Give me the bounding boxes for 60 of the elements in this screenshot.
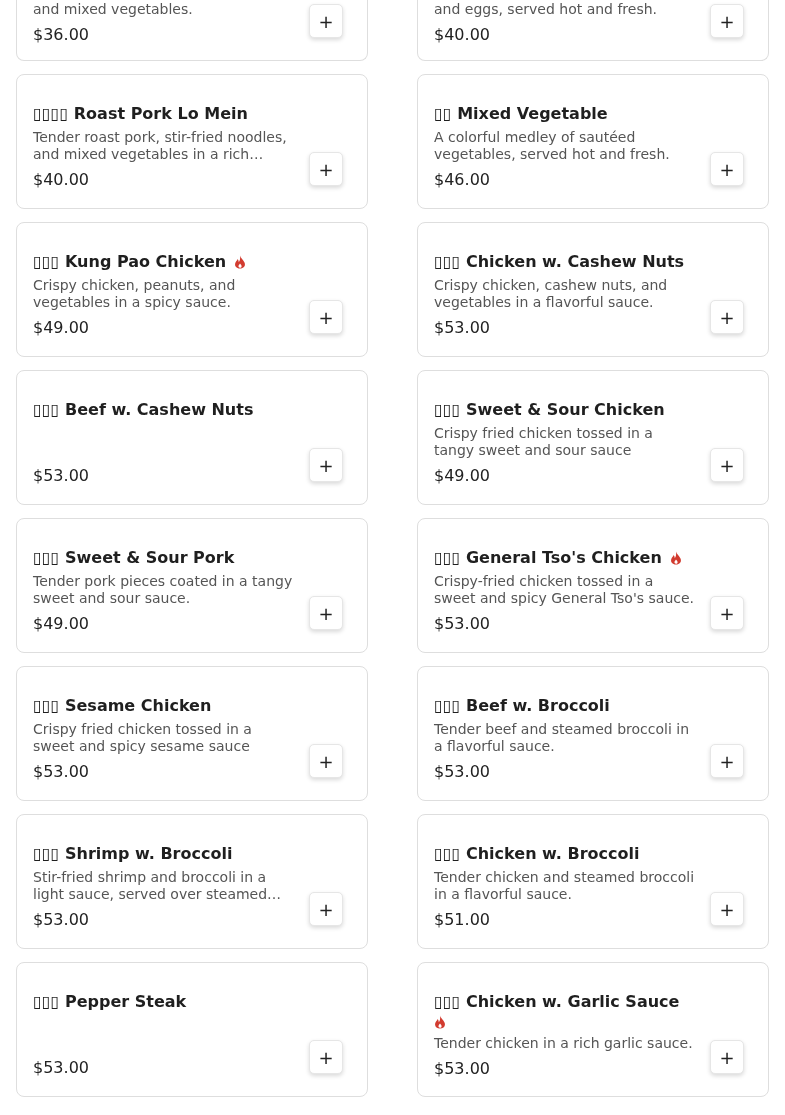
item-description: Crispy-fried chicken tossed in a sweet and spicy General Tso's sauce. xyxy=(434,573,696,607)
item-price: $53.00 xyxy=(33,762,90,781)
add-button[interactable]: + xyxy=(309,596,343,630)
add-button[interactable]: + xyxy=(309,1040,343,1074)
add-button[interactable]: + xyxy=(309,448,343,482)
item-description: Stir-fried shrimp and broccoli in a light sauce, served over steamed… xyxy=(33,869,283,903)
item-name: ▯▯▯ General Tso's Chicken xyxy=(434,548,662,567)
item-description: and eggs, served hot and fresh. xyxy=(434,1,659,18)
add-button[interactable]: + xyxy=(710,744,744,778)
item-price: $53.00 xyxy=(434,1059,491,1078)
add-button[interactable]: + xyxy=(309,152,343,186)
item-price: $49.00 xyxy=(33,318,90,337)
item-description: Crispy chicken, peanuts, and vegetables in a spicy sauce. xyxy=(33,277,237,311)
item-price: $53.00 xyxy=(434,762,491,781)
item-price: $51.00 xyxy=(434,910,491,929)
add-button[interactable]: + xyxy=(309,892,343,926)
item-name: ▯▯▯ Beef w. Cashew Nuts xyxy=(33,400,254,419)
item-description: Crispy fried chicken tossed in a sweet and spicy sesame sauce xyxy=(33,721,253,755)
item-name: ▯▯▯ Pepper Steak xyxy=(33,992,187,1011)
item-name: ▯▯▯ Shrimp w. Broccoli xyxy=(33,844,233,863)
item-name: ▯▯▯ Kung Pao Chicken xyxy=(33,252,227,271)
item-name: ▯▯▯ Sweet & Sour Pork xyxy=(33,548,235,567)
item-price: $53.00 xyxy=(434,614,491,633)
item-price: $46.00 xyxy=(434,170,491,189)
item-price: $53.00 xyxy=(33,1058,90,1077)
item-description: Tender pork pieces coated in a tangy sweet and sour sauce. xyxy=(33,573,294,607)
item-price: $53.00 xyxy=(33,910,90,929)
item-price: $36.00 xyxy=(33,25,90,44)
item-name: ▯▯ Mixed Vegetable xyxy=(434,104,608,123)
item-description: and mixed vegetables. xyxy=(33,1,194,18)
item-price: $40.00 xyxy=(33,170,90,189)
item-name: ▯▯▯ Chicken w. Garlic Sauce xyxy=(434,992,680,1011)
add-button[interactable]: + xyxy=(710,1040,744,1074)
add-button[interactable]: + xyxy=(710,448,744,482)
item-price: $49.00 xyxy=(33,614,90,633)
item-price: $40.00 xyxy=(434,25,491,44)
add-button[interactable]: + xyxy=(309,744,343,778)
item-name: ▯▯▯ Chicken w. Cashew Nuts xyxy=(434,252,685,271)
add-button[interactable]: + xyxy=(710,152,744,186)
add-button[interactable]: + xyxy=(710,892,744,926)
add-button[interactable]: + xyxy=(710,596,744,630)
item-description: Crispy fried chicken tossed in a tangy sweet and sour sauce xyxy=(434,425,654,459)
item-price: $53.00 xyxy=(434,318,491,337)
item-price: $49.00 xyxy=(434,466,491,485)
item-description: A colorful medley of sautéed vegetables, served hot and fresh. xyxy=(434,129,671,163)
item-description: Tender roast pork, stir-fried noodles, and mixed vegetables in a rich… xyxy=(33,129,288,163)
item-description: Tender chicken and steamed broccoli in a flavorful sauce. xyxy=(434,869,696,903)
add-button[interactable]: + xyxy=(309,4,343,38)
item-price: $53.00 xyxy=(33,466,90,485)
item-name: ▯▯▯▯ Roast Pork Lo Mein xyxy=(33,104,248,123)
item-description: Crispy chicken, cashew nuts, and vegetables in a flavorful sauce. xyxy=(434,277,669,311)
add-button[interactable]: + xyxy=(710,4,744,38)
item-name: ▯▯▯ Chicken w. Broccoli xyxy=(434,844,640,863)
item-description: Tender beef and steamed broccoli in a flavorful sauce. xyxy=(434,721,691,755)
item-description: Tender chicken in a rich garlic sauce. xyxy=(434,1035,694,1052)
item-name: ▯▯▯ Beef w. Broccoli xyxy=(434,696,610,715)
item-name: ▯▯▯ Sesame Chicken xyxy=(33,696,212,715)
item-name: ▯▯▯ Sweet & Sour Chicken xyxy=(434,400,665,419)
add-button[interactable]: + xyxy=(309,300,343,334)
add-button[interactable]: + xyxy=(710,300,744,334)
